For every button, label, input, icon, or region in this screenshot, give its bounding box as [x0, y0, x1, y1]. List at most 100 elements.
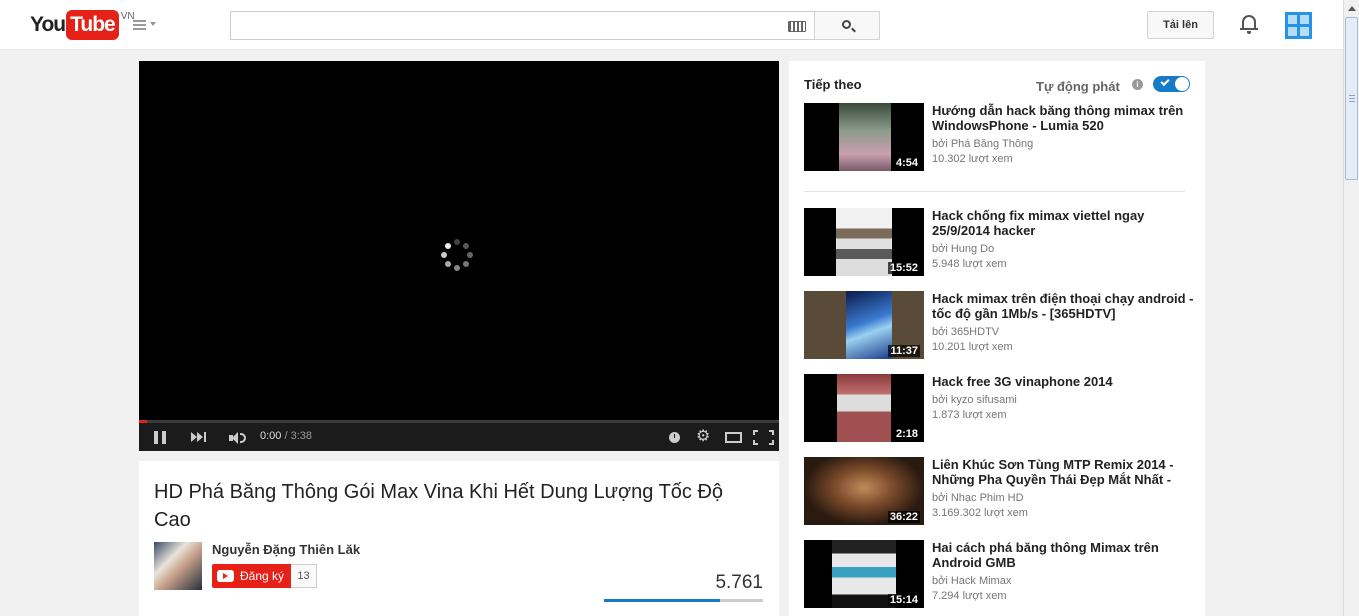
up-next-sidebar: Tiếp theo Tự động phát i 4:54 Hướng dẫn … [789, 61, 1205, 616]
video-thumbnail[interactable]: 36:22 [804, 457, 924, 525]
next-button[interactable] [191, 431, 207, 443]
related-video-channel: bởi Nhạc Phim HD [932, 492, 1024, 504]
notifications-bell-icon[interactable] [1240, 14, 1258, 34]
related-video-title[interactable]: Hướng dẫn hack băng thông mimax trên Win… [932, 103, 1194, 133]
keyboard-icon[interactable] [788, 21, 806, 32]
related-video-channel: bởi Hack Mimax [932, 575, 1012, 587]
search-input[interactable] [231, 12, 771, 39]
check-icon [1160, 76, 1170, 87]
video-thumbnail[interactable]: 11:37 [804, 291, 924, 359]
pause-icon-bar [162, 431, 166, 444]
video-thumbnail[interactable]: 15:52 [804, 208, 924, 276]
related-video-views: 10.201 lượt xem [932, 341, 1013, 353]
video-duration: 11:37 [888, 345, 920, 357]
scrollbar-grip [1349, 98, 1355, 99]
hamburger-icon [133, 20, 146, 22]
bell-base [1240, 28, 1258, 30]
next-icon-arrow [197, 432, 203, 442]
upload-button[interactable]: Tải lên [1147, 11, 1214, 39]
video-duration: 36:22 [887, 511, 920, 523]
search-icon-handle [851, 27, 856, 33]
spinner-dot [454, 239, 460, 245]
volume-icon-cone [232, 432, 238, 444]
related-video-item[interactable]: 11:37 Hack mimax trên điện thoại chạy an… [804, 291, 1194, 359]
related-video-title[interactable]: Hai cách phá băng thông Mimax trên Andro… [932, 540, 1194, 570]
related-video-channel: bởi 365HDTV [932, 326, 1000, 338]
theater-mode-icon[interactable] [725, 432, 742, 443]
loading-spinner-icon [441, 239, 473, 271]
fullscreen-button[interactable] [753, 430, 774, 445]
channel-avatar[interactable] [154, 542, 202, 590]
spinner-dot [463, 243, 469, 249]
related-video-item[interactable]: 15:14 Hai cách phá băng thông Mimax trên… [804, 540, 1194, 608]
page-scrollbar[interactable] [1343, 0, 1359, 616]
view-count: 5.761 [715, 572, 763, 593]
related-video-title[interactable]: Hack mimax trên điện thoại chạy android … [932, 291, 1194, 321]
related-video-item[interactable]: 2:18 Hack free 3G vinaphone 2014 bởi kyz… [804, 374, 1194, 442]
related-video-title[interactable]: Hack free 3G vinaphone 2014 [932, 374, 1194, 389]
related-video-item[interactable]: 4:54 Hướng dẫn hack băng thông mimax trê… [804, 103, 1194, 171]
hamburger-icon-line [133, 28, 146, 30]
subscribe-label: Đăng ký [240, 569, 285, 583]
scrollbar-grip [1349, 101, 1355, 102]
settings-gear-icon[interactable]: ⚙ [696, 429, 710, 445]
related-video-item[interactable]: 36:22 Liên Khúc Sơn Tùng MTP Remix 2014 … [804, 457, 1194, 525]
like-dislike-bar [604, 599, 763, 602]
spinner-dot [445, 243, 451, 249]
fullscreen-icon-corner [769, 440, 774, 445]
pause-button[interactable] [154, 431, 167, 444]
video-thumbnail[interactable]: 2:18 [804, 374, 924, 442]
related-video-channel: bởi Hung Do [932, 243, 995, 255]
guide-menu-button[interactable] [133, 17, 159, 33]
spinner-dot [441, 252, 447, 258]
spinner-dot [467, 252, 473, 258]
fullscreen-icon-corner [753, 440, 758, 445]
video-thumbnail[interactable]: 15:14 [804, 540, 924, 608]
thumbnail-image [839, 103, 891, 171]
chevron-down-icon [150, 22, 156, 26]
channel-name[interactable]: Nguyễn Đặng Thiên Lăk [212, 542, 360, 557]
video-player[interactable]: 0:00 / 3:38 ⚙ [139, 61, 779, 451]
search-icon [842, 20, 851, 29]
autoplay-toggle[interactable] [1153, 76, 1190, 92]
video-thumbnail[interactable]: 4:54 [804, 103, 924, 171]
fullscreen-icon [753, 430, 758, 435]
bell-body [1242, 15, 1256, 29]
thumbnail-image [832, 540, 896, 608]
scrollbar-thumb[interactable] [1345, 17, 1358, 180]
duration: 3:38 [290, 430, 313, 442]
subscribe-group: Đăng ký 13 [212, 564, 317, 588]
youtube-logo[interactable]: You Tube VN [30, 10, 135, 40]
video-duration: 15:14 [887, 594, 920, 606]
search-button[interactable] [814, 11, 880, 40]
related-video-item[interactable]: 15:52 Hack chống fix mimax viettel ngay … [804, 208, 1194, 276]
youtube-play-icon [217, 570, 234, 582]
autoplay-label: Tự động phát [1036, 79, 1120, 94]
logo-you-text: You [30, 13, 66, 36]
subscriber-count: 13 [291, 564, 317, 588]
info-icon[interactable]: i [1132, 79, 1143, 90]
related-video-views: 7.294 lượt xem [932, 590, 1007, 602]
watch-later-clock-icon[interactable] [669, 432, 680, 443]
related-video-title[interactable]: Hack chống fix mimax viettel ngay 25/9/2… [932, 208, 1194, 238]
thumbnail-image [836, 208, 892, 276]
current-time: 0:00 [260, 430, 282, 442]
next-icon-bar [204, 432, 206, 442]
subscribe-button[interactable]: Đăng ký [212, 564, 291, 588]
video-duration: 2:18 [893, 428, 920, 440]
search-box [230, 11, 815, 40]
video-info-card: HD Phá Băng Thông Gói Max Vina Khi Hết D… [139, 461, 779, 616]
volume-button[interactable] [229, 431, 249, 445]
volume-icon-wave [240, 433, 246, 443]
fullscreen-icon-corner [769, 430, 774, 435]
related-video-channel: bởi Phá Băng Thông [932, 138, 1034, 150]
spinner-dot [463, 261, 469, 267]
scroll-up-arrow-icon[interactable] [1348, 6, 1356, 11]
spinner-dot [445, 261, 451, 267]
time-display: 0:00 / 3:38 [260, 430, 312, 442]
player-controls: 0:00 / 3:38 ⚙ [139, 423, 779, 451]
related-video-title[interactable]: Liên Khúc Sơn Tùng MTP Remix 2014 - Nhữn… [932, 457, 1194, 487]
video-duration: 4:54 [893, 157, 920, 169]
account-avatar[interactable] [1285, 12, 1312, 39]
pause-icon [154, 431, 158, 444]
